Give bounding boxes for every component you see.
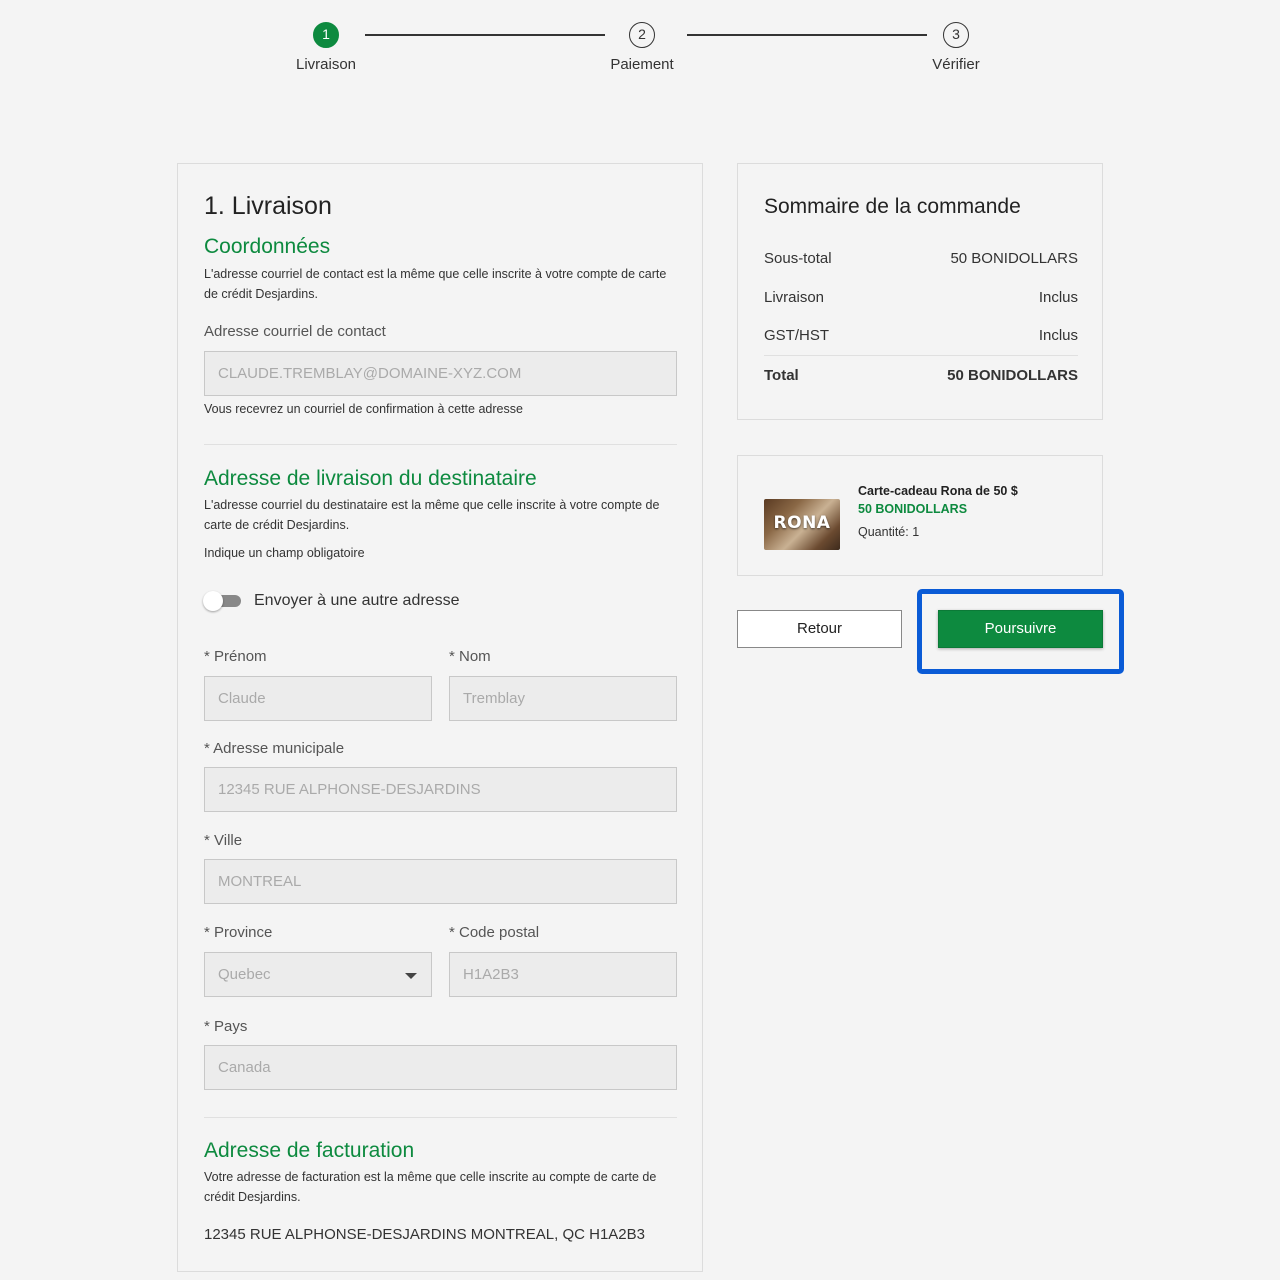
province-selected-value: Quebec [218, 966, 271, 983]
postal-code-field[interactable]: H1A2B3 [449, 952, 677, 997]
last-name-label: * Nom [449, 648, 491, 665]
toggle-knob [203, 591, 223, 611]
step-2: 2 Paiement [572, 22, 712, 73]
product-name: Carte-cadeau Rona de 50 $ [858, 484, 1018, 498]
city-field[interactable]: MONTREAL [204, 859, 677, 904]
summary-total-value: 50 BONIDOLLARS [947, 367, 1078, 384]
page-title: 1. Livraison [204, 192, 332, 220]
step-2-number: 2 [629, 22, 655, 48]
section-divider [204, 444, 677, 445]
step-2-label: Paiement [610, 56, 674, 73]
summary-row-tax: GST/HST Inclus [764, 327, 1078, 344]
order-summary-panel: Sommaire de la commande Sous-total 50 BO… [737, 163, 1103, 420]
step-1-number: 1 [313, 22, 339, 48]
step-1-label: Livraison [295, 56, 357, 73]
city-label: * Ville [204, 832, 243, 849]
step-3-label: Vérifier [932, 56, 980, 73]
contact-description: L'adresse courriel de contact est la mêm… [204, 267, 667, 301]
continue-button[interactable]: Poursuivre [938, 610, 1103, 648]
section-divider [204, 1117, 677, 1118]
province-select[interactable]: Quebec [204, 952, 432, 997]
delivery-panel: 1. Livraison Coordonnées L'adresse courr… [177, 163, 703, 1272]
product-quantity: Quantité: 1 [858, 525, 920, 539]
chevron-down-icon [405, 973, 417, 979]
summary-divider [764, 355, 1078, 356]
product-image: RONA [764, 499, 840, 550]
last-name-field[interactable]: Tremblay [449, 676, 677, 721]
summary-row-label: Sous-total [764, 250, 832, 267]
step-1: 1 Livraison [256, 22, 396, 73]
first-name-field[interactable]: Claude [204, 676, 432, 721]
summary-row-value: Inclus [1038, 327, 1078, 344]
summary-row-value: 50 BONIDOLLARS [950, 250, 1078, 267]
summary-total-label: Total [764, 367, 799, 384]
billing-heading: Adresse de facturation [204, 1139, 415, 1162]
summary-row-label: Livraison [764, 289, 825, 306]
product-price: 50 BONIDOLLARS [858, 502, 968, 516]
step-connector-1 [365, 34, 605, 36]
street-field[interactable]: 12345 RUE ALPHONSE-DESJARDINS [204, 767, 677, 812]
product-card: RONA Carte-cadeau Rona de 50 $ 50 BONIDO… [737, 455, 1103, 576]
email-help-text: Vous recevrez un courriel de confirmatio… [204, 402, 523, 416]
summary-row-label: GST/HST [764, 327, 830, 344]
summary-title: Sommaire de la commande [764, 195, 1021, 218]
billing-address: 12345 RUE ALPHONSE-DESJARDINS MONTREAL, … [204, 1226, 645, 1243]
billing-description: Votre adresse de facturation est la même… [204, 1170, 657, 1204]
email-label: Adresse courriel de contact [204, 323, 386, 340]
summary-row-subtotal: Sous-total 50 BONIDOLLARS [764, 250, 1078, 267]
step-3-number: 3 [943, 22, 969, 48]
postal-code-label: * Code postal [449, 924, 540, 941]
recipient-description: L'adresse courriel du destinataire est l… [204, 498, 660, 532]
step-3: 3 Vérifier [886, 22, 1026, 73]
summary-row-shipping: Livraison Inclus [764, 289, 1078, 306]
first-name-label: * Prénom [204, 648, 267, 665]
street-label: * Adresse municipale [204, 740, 345, 757]
email-field[interactable]: CLAUDE.TREMBLAY@DOMAINE-XYZ.COM [204, 351, 677, 396]
other-address-label: Envoyer à une autre adresse [254, 592, 460, 609]
required-note: Indique un champ obligatoire [204, 546, 365, 560]
contact-heading: Coordonnées [204, 235, 331, 258]
other-address-toggle[interactable] [203, 590, 241, 612]
country-label: * Pays [204, 1018, 248, 1035]
summary-row-total: Total 50 BONIDOLLARS [764, 367, 1078, 384]
summary-row-value: Inclus [1038, 289, 1078, 306]
country-field[interactable]: Canada [204, 1045, 677, 1090]
rona-logo: RONA [773, 513, 831, 533]
recipient-heading: Adresse de livraison du destinataire [204, 467, 537, 490]
province-label: * Province [204, 924, 273, 941]
back-button[interactable]: Retour [737, 610, 902, 648]
